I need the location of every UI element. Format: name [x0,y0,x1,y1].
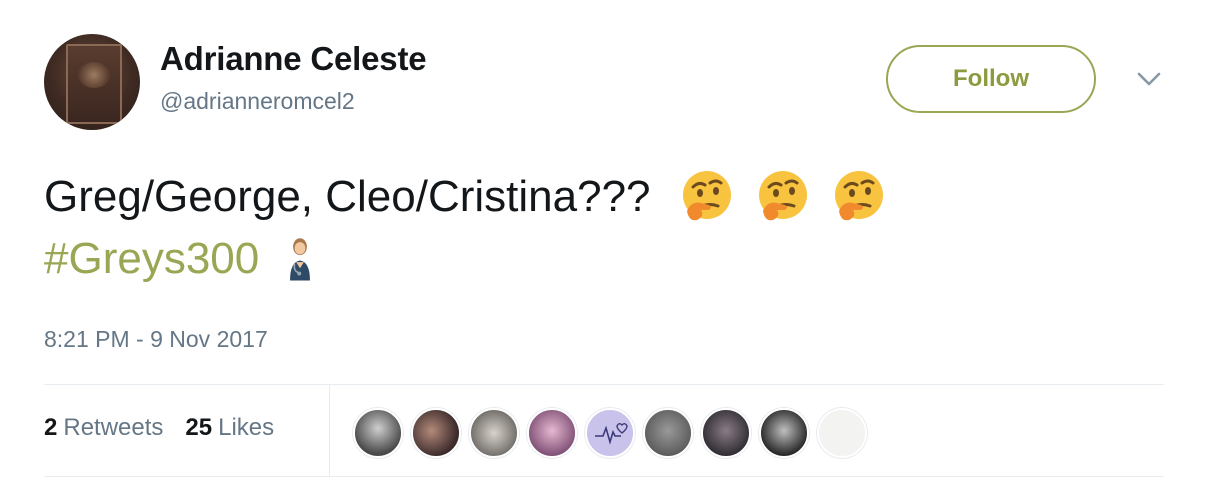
retweets-count: 2 [44,414,58,441]
tweet-text-line: Greg/George, Cleo/Cristina??? [44,172,651,221]
retweets-label: Retweets [63,414,164,441]
liker-avatar[interactable] [759,408,809,458]
hashtag-link[interactable]: #Greys300 [44,228,259,290]
liker-avatar[interactable] [411,408,461,458]
liker-avatar[interactable] [701,408,751,458]
liker-avatar[interactable] [585,408,635,458]
thinking-face-icon [834,171,883,221]
avatar-book-cover [66,44,122,124]
health-worker-icon [290,238,311,281]
liker-avatar[interactable] [469,408,519,458]
heartbeat-icon [595,423,628,445]
tweet-stats: 2 Retweets 25 Likes [44,414,274,442]
stats-divider [329,385,330,476]
liker-avatar[interactable] [353,408,403,458]
thinking-face-icon [682,171,731,221]
divider-top [44,384,1164,385]
tweet-timestamp[interactable]: 8:21 PM - 9 Nov 2017 [44,326,268,353]
user-display-name[interactable]: Adrianne Celeste [160,40,427,78]
liker-avatars [353,408,867,458]
liker-avatar[interactable] [643,408,693,458]
tweet-text: Greg/George, Cleo/Cristina??? #Greys300 [44,166,1174,290]
retweets-stat[interactable]: 2 Retweets [44,414,163,442]
likes-stat[interactable]: 25 Likes [185,414,274,442]
liker-avatar[interactable] [817,408,867,458]
thinking-face-icon [758,171,807,221]
user-avatar[interactable] [44,34,140,130]
likes-label: Likes [218,414,275,441]
chevron-down-icon[interactable] [1134,68,1164,90]
divider-bottom [44,476,1164,477]
liker-avatar[interactable] [527,408,577,458]
user-handle[interactable]: @adrianneromcel2 [160,88,355,115]
follow-button[interactable]: Follow [886,45,1096,113]
likes-count: 25 [185,414,213,441]
